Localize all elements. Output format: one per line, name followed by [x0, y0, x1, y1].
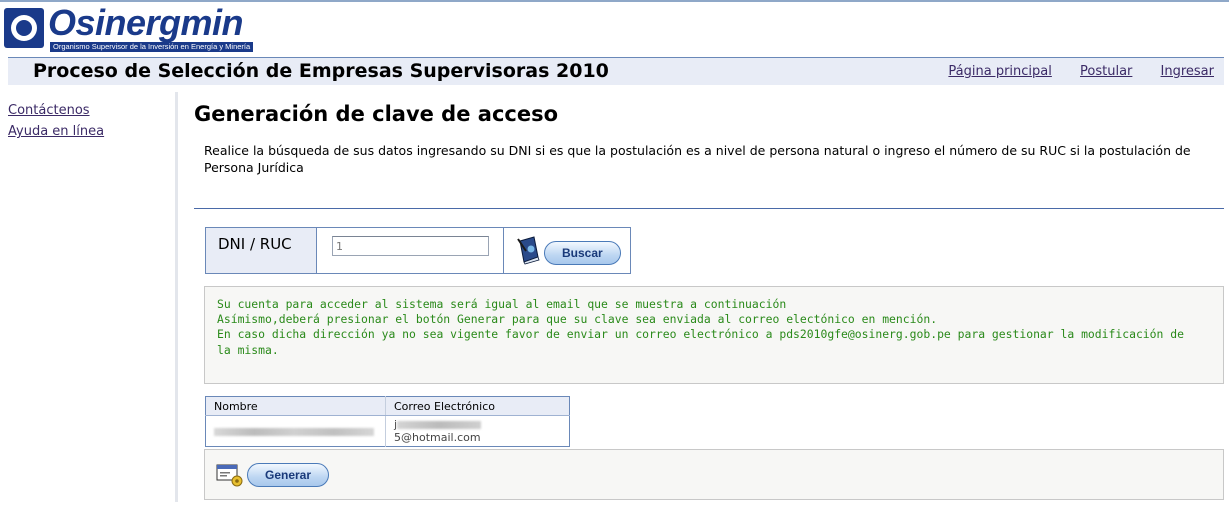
redacted-email: [397, 421, 482, 429]
logo-subtitle: Organismo Supervisor de la Inversión en …: [50, 42, 254, 52]
results-table: Nombre Correo Electrónico j5@hotmail.com: [205, 396, 570, 447]
page-description: Realice la búsqueda de sus datos ingresa…: [204, 143, 1191, 175]
search-action-cell: Buscar: [504, 228, 630, 273]
section-divider: [194, 208, 1224, 209]
column-header-nombre: Nombre: [205, 396, 386, 416]
dni-ruc-input[interactable]: [332, 236, 489, 256]
info-line: En caso dicha dirección ya no sea vigent…: [217, 327, 1184, 342]
cell-nombre: [206, 416, 386, 447]
page-title: Generación de clave de acceso: [194, 102, 559, 126]
search-panel: DNI / RUC Buscar: [205, 227, 631, 274]
generate-panel: Generar: [204, 449, 1224, 500]
search-field-cell: [317, 228, 504, 273]
nav-link-pagina-principal[interactable]: Página principal: [948, 64, 1051, 79]
logo-name: Osinergmin: [48, 2, 244, 43]
header-bar: Proceso de Selección de Empresas Supervi…: [8, 57, 1224, 85]
sidebar-item-ayuda-en-linea[interactable]: Ayuda en línea: [8, 121, 175, 142]
table-header-row: Nombre Correo Electrónico: [205, 396, 570, 416]
page-header-title: Proceso de Selección de Empresas Supervi…: [33, 60, 609, 82]
cell-correo: j5@hotmail.com: [385, 415, 570, 447]
header-nav: Página principal Postular Ingresar: [924, 64, 1214, 79]
info-line: Asímismo,deberá presionar el botón Gener…: [217, 312, 938, 327]
sidebar-item-contactenos[interactable]: Contáctenos: [8, 100, 175, 121]
dni-ruc-label: DNI / RUC: [206, 228, 317, 273]
email-suffix: 5@hotmail.com: [394, 431, 481, 444]
generate-key-icon: [215, 462, 245, 488]
redacted-name: [214, 427, 374, 436]
buscar-button[interactable]: Buscar: [544, 241, 621, 265]
column-header-correo: Correo Electrónico: [385, 396, 570, 416]
sidebar: Contáctenos Ayuda en línea: [0, 92, 178, 502]
info-message-box: Su cuenta para acceder al sistema será i…: [204, 286, 1224, 384]
osinergmin-logo[interactable]: Osinergmin Organismo Supervisor de la In…: [4, 2, 294, 52]
book-search-icon: [516, 235, 542, 265]
table-row: j5@hotmail.com: [206, 415, 570, 447]
info-line: Su cuenta para acceder al sistema será i…: [217, 297, 787, 311]
logo-emblem-icon: [4, 8, 44, 48]
nav-link-ingresar[interactable]: Ingresar: [1161, 64, 1214, 79]
generar-button[interactable]: Generar: [247, 462, 330, 487]
nav-link-postular[interactable]: Postular: [1080, 64, 1132, 79]
info-line: la misma.: [217, 342, 279, 357]
